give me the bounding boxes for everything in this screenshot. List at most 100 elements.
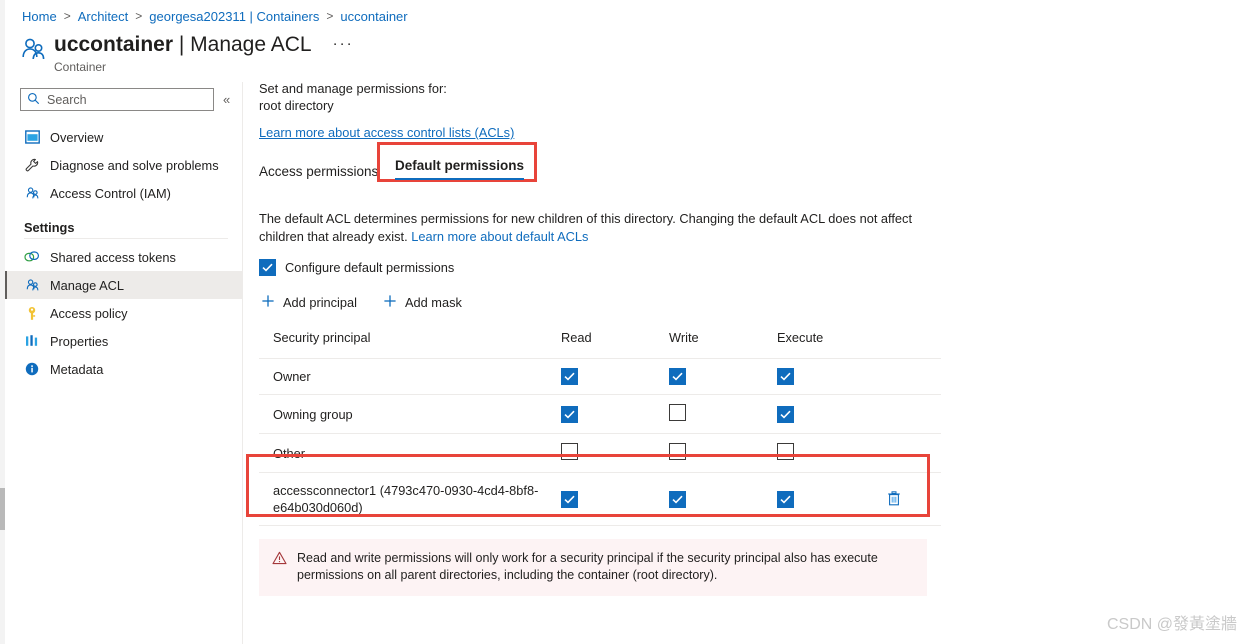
sidebar-item-properties[interactable]: Properties bbox=[5, 327, 242, 355]
execute-checkbox[interactable] bbox=[777, 490, 794, 508]
sidebar-item-access-policy[interactable]: Access policy bbox=[5, 299, 242, 327]
trash-icon[interactable] bbox=[885, 489, 903, 508]
search-box[interactable] bbox=[20, 88, 214, 111]
cell-security-principal: Other bbox=[259, 433, 561, 473]
acl-command-bar: Add principal Add mask bbox=[259, 291, 1239, 314]
table-header-row: Security principal Read Write Execute bbox=[259, 330, 941, 359]
column-header-actions bbox=[885, 330, 941, 359]
learn-more-acls-link[interactable]: Learn more about access control lists (A… bbox=[259, 125, 514, 140]
add-principal-button[interactable]: Add principal bbox=[259, 291, 359, 314]
table-row: Other bbox=[259, 433, 941, 473]
tab-access-permissions[interactable]: Access permissions bbox=[259, 164, 378, 186]
column-header-execute: Execute bbox=[777, 330, 824, 345]
write-checkbox[interactable] bbox=[669, 490, 686, 508]
cell-execute-checkbox bbox=[777, 358, 885, 395]
sidebar-nav-list: Overview Diagnose and solve problems Acc… bbox=[5, 123, 242, 383]
write-checkbox[interactable] bbox=[669, 443, 686, 460]
add-mask-button[interactable]: Add mask bbox=[381, 291, 464, 314]
people-icon bbox=[24, 185, 40, 201]
sidebar-item-label: Manage ACL bbox=[50, 277, 124, 293]
cell-read-checkbox bbox=[561, 472, 669, 526]
cell-actions bbox=[885, 472, 941, 526]
column-header-write: Write bbox=[669, 330, 699, 345]
permissions-warning-text: Read and write permissions will only wor… bbox=[297, 551, 878, 582]
breadcrumb-item-uccontainer[interactable]: uccontainer bbox=[340, 9, 407, 24]
execute-checkbox[interactable] bbox=[777, 443, 794, 460]
sidebar: « Overview Diagnose and solve problems bbox=[5, 82, 243, 644]
sidebar-group-settings: Settings bbox=[24, 220, 75, 235]
execute-checkbox[interactable] bbox=[777, 405, 794, 423]
read-checkbox[interactable] bbox=[561, 405, 578, 423]
tab-default-permissions[interactable]: Default permissions bbox=[395, 158, 524, 180]
cell-security-principal: Owner bbox=[259, 358, 561, 395]
breadcrumb-separator: > bbox=[326, 9, 334, 23]
cell-execute-checkbox bbox=[777, 433, 885, 473]
sidebar-item-manage-acl[interactable]: Manage ACL bbox=[5, 271, 242, 299]
breadcrumb-item-storage-containers[interactable]: georgesa202311 | Containers bbox=[149, 9, 319, 24]
sidebar-item-label: Diagnose and solve problems bbox=[50, 157, 219, 173]
cell-actions bbox=[885, 394, 941, 434]
plus-icon bbox=[383, 294, 397, 311]
sidebar-item-metadata[interactable]: Metadata bbox=[5, 355, 242, 383]
sidebar-item-access-control[interactable]: Access Control (IAM) bbox=[5, 179, 242, 207]
read-checkbox[interactable] bbox=[561, 368, 578, 385]
page-header: uccontainer | Manage ACL ··· Container bbox=[18, 31, 354, 74]
configure-default-permissions-row[interactable]: Configure default permissions bbox=[259, 259, 454, 276]
configure-default-permissions-label: Configure default permissions bbox=[285, 260, 455, 275]
write-checkbox[interactable] bbox=[669, 368, 686, 385]
table-row: Owning group bbox=[259, 394, 941, 434]
cell-execute-checkbox bbox=[777, 472, 885, 526]
sidebar-item-label: Metadata bbox=[50, 361, 104, 377]
sidebar-item-label: Access policy bbox=[50, 305, 128, 321]
cell-execute-checkbox bbox=[777, 394, 885, 434]
read-checkbox[interactable] bbox=[561, 443, 578, 460]
write-checkbox[interactable] bbox=[669, 404, 686, 421]
add-mask-label: Add mask bbox=[404, 295, 462, 310]
watermark: CSDN @發黃塗牆 bbox=[1106, 616, 1237, 633]
more-options-icon[interactable]: ··· bbox=[333, 31, 354, 57]
acl-table-wrap: Security principal Read Write Execute Ow… bbox=[246, 330, 1239, 526]
breadcrumb-item-architect[interactable]: Architect bbox=[78, 9, 129, 24]
security-principal-name: Owning group bbox=[273, 406, 353, 422]
permissions-warning-banner: Read and write permissions will only wor… bbox=[259, 539, 927, 596]
cell-write-checkbox bbox=[669, 433, 777, 473]
add-principal-label: Add principal bbox=[283, 295, 357, 310]
permissions-tabs: Access permissions Default permissions bbox=[259, 142, 1239, 186]
acl-table-header: Security principal Read Write Execute bbox=[259, 330, 941, 359]
page-subtitle: Container bbox=[54, 60, 107, 74]
configure-default-permissions-checkbox[interactable] bbox=[259, 259, 276, 276]
sidebar-item-shared-access-tokens[interactable]: Shared access tokens bbox=[5, 243, 242, 271]
sidebar-item-label: Overview bbox=[50, 129, 104, 145]
table-row: accessconnector1 (4793c470-0930-4cd4-8bf… bbox=[259, 472, 941, 526]
wrench-icon bbox=[24, 157, 40, 173]
collapse-sidebar-icon[interactable]: « bbox=[223, 92, 230, 107]
search-icon bbox=[27, 92, 40, 108]
sidebar-search-row: « bbox=[5, 82, 242, 111]
breadcrumb-separator: > bbox=[63, 9, 71, 23]
info-icon bbox=[24, 361, 40, 377]
page-title-section: Manage ACL bbox=[190, 33, 311, 56]
warning-triangle-icon bbox=[272, 551, 287, 568]
page-title-separator: | bbox=[173, 33, 191, 56]
search-input[interactable] bbox=[45, 91, 199, 108]
cell-actions bbox=[885, 358, 941, 395]
sidebar-divider bbox=[24, 238, 228, 239]
sidebar-item-diagnose[interactable]: Diagnose and solve problems bbox=[5, 151, 242, 179]
breadcrumb-item-home[interactable]: Home bbox=[22, 9, 57, 24]
cell-security-principal: Owning group bbox=[259, 394, 561, 434]
acl-table: Security principal Read Write Execute Ow… bbox=[259, 330, 941, 526]
cell-write-checkbox bbox=[669, 394, 777, 434]
container-people-icon bbox=[18, 35, 48, 65]
column-header-security-principal: Security principal bbox=[273, 330, 371, 345]
sidebar-item-overview[interactable]: Overview bbox=[5, 123, 242, 151]
learn-more-default-acls-link[interactable]: Learn more about default ACLs bbox=[411, 229, 588, 244]
cell-read-checkbox bbox=[561, 358, 669, 395]
column-header-read: Read bbox=[561, 330, 592, 345]
set-manage-label: Set and manage permissions for: bbox=[259, 81, 447, 96]
table-row: Owner bbox=[259, 358, 941, 395]
token-icon bbox=[24, 249, 40, 265]
cell-actions bbox=[885, 433, 941, 473]
read-checkbox[interactable] bbox=[561, 490, 578, 508]
cell-write-checkbox bbox=[669, 358, 777, 395]
execute-checkbox[interactable] bbox=[777, 368, 794, 385]
